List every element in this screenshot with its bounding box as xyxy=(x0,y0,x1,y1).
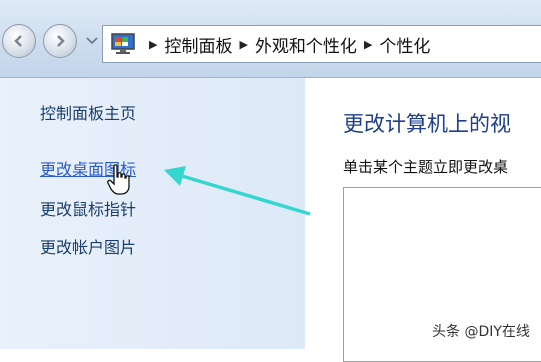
forward-button[interactable] xyxy=(43,24,77,58)
back-button[interactable] xyxy=(2,24,36,58)
forward-arrow-icon xyxy=(57,35,65,47)
address-bar[interactable]: ▶ 控制面板 ▶ 外观和个性化 ▶ 个性化 xyxy=(102,25,541,63)
page-title: 更改计算机上的视 xyxy=(343,112,511,136)
hand-pointer-icon xyxy=(107,164,130,195)
back-arrow-icon xyxy=(14,35,22,47)
breadcrumb-control-panel[interactable]: 控制面板 xyxy=(164,32,232,57)
breadcrumb-separator: ▶ xyxy=(149,37,158,51)
chevron-down-icon[interactable] xyxy=(86,37,98,45)
sidebar-item-change-mouse-pointers[interactable]: 更改鼠标指针 xyxy=(40,196,136,220)
monitor-icon xyxy=(110,32,136,56)
sidebar-item-control-panel-home[interactable]: 控制面板主页 xyxy=(40,100,136,124)
breadcrumb-personalization[interactable]: 个性化 xyxy=(379,32,430,57)
breadcrumb-separator[interactable]: ▶ xyxy=(239,38,247,51)
sidebar-item-change-account-picture[interactable]: 更改帐户图片 xyxy=(40,234,136,258)
sidebar: 控制面板主页 更改桌面图标 更改鼠标指针 更改帐户图片 xyxy=(0,78,305,349)
watermark: 头条 @DIY在线 xyxy=(432,324,530,340)
page-subtitle: 单击某个主题立即更改桌 xyxy=(343,158,509,176)
breadcrumb-appearance[interactable]: 外观和个性化 xyxy=(255,32,357,57)
breadcrumb-separator[interactable]: ▶ xyxy=(364,38,372,51)
navigation-toolbar: ▶ 控制面板 ▶ 外观和个性化 ▶ 个性化 xyxy=(0,0,541,78)
